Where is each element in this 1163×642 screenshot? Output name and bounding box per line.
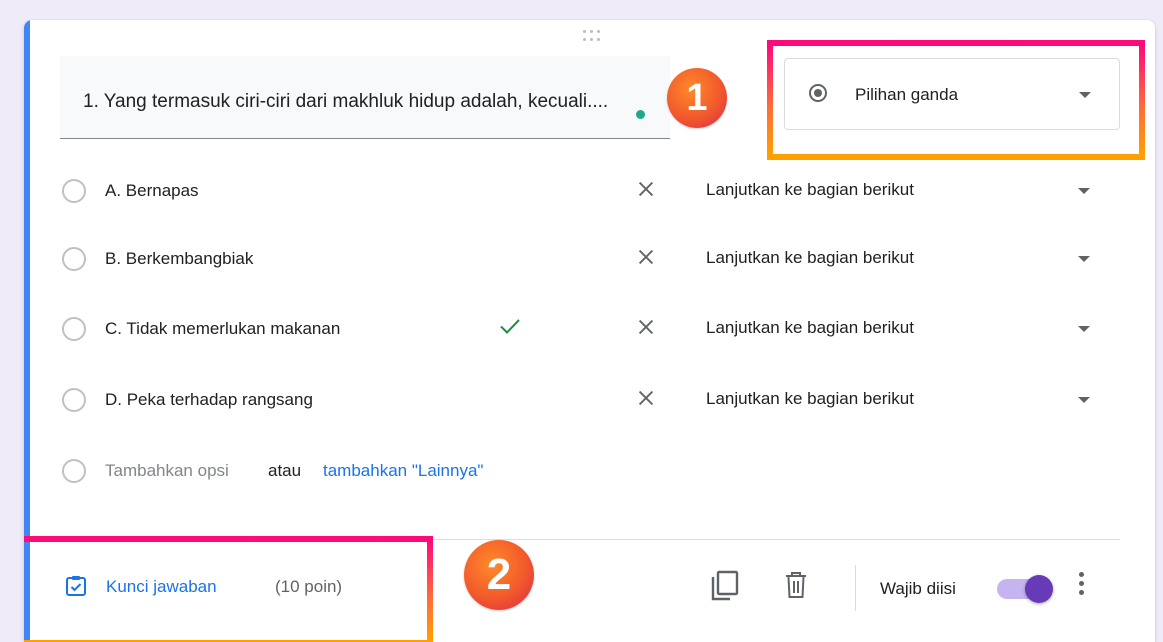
- remove-option-icon[interactable]: [635, 387, 657, 409]
- cursor-dot-icon: [636, 110, 645, 119]
- option-label[interactable]: B. Berkembangbiak: [105, 249, 253, 269]
- goto-section-dropdown[interactable]: Lanjutkan ke bagian berikut: [706, 180, 914, 200]
- highlight-box-answer-key: [24, 536, 433, 642]
- footer-vertical-divider: [855, 565, 856, 611]
- dropdown-arrow-icon[interactable]: [1078, 188, 1090, 194]
- add-other-link[interactable]: tambahkan "Lainnya": [323, 461, 483, 481]
- required-label: Wajib diisi: [880, 579, 956, 598]
- dropdown-arrow-icon[interactable]: [1078, 326, 1090, 332]
- option-radio: [62, 459, 86, 483]
- option-radio[interactable]: [62, 317, 86, 341]
- option-row: C. Tidak memerlukan makanan Lanjutkan ke…: [24, 306, 1155, 352]
- required-toggle[interactable]: [997, 575, 1053, 603]
- goto-section-dropdown[interactable]: Lanjutkan ke bagian berikut: [706, 318, 914, 338]
- dropdown-arrow-icon[interactable]: [1078, 256, 1090, 262]
- option-label[interactable]: D. Peka terhadap rangsang: [105, 390, 313, 410]
- highlight-box-question-type: [767, 40, 1145, 160]
- toggle-knob[interactable]: [1025, 575, 1053, 603]
- or-label: atau: [268, 461, 302, 480]
- option-radio[interactable]: [62, 247, 86, 271]
- drag-handle-icon[interactable]: [580, 30, 602, 42]
- step-badge-1: 1: [667, 68, 727, 128]
- option-row: A. Bernapas Lanjutkan ke bagian berikut: [24, 168, 1155, 214]
- question-title-text: 1. Yang termasuk ciri-ciri dari makhluk …: [83, 91, 609, 112]
- question-title-input[interactable]: 1. Yang termasuk ciri-ciri dari makhluk …: [60, 56, 670, 139]
- delete-icon[interactable]: [784, 571, 808, 599]
- add-option-button[interactable]: Tambahkan opsi: [105, 461, 229, 481]
- more-options-icon[interactable]: [1077, 572, 1085, 602]
- add-option-row: Tambahkan opsi atau tambahkan "Lainnya": [24, 448, 1155, 494]
- step-badge-2: 2: [464, 540, 534, 610]
- correct-answer-check-icon: [500, 319, 520, 334]
- option-radio[interactable]: [62, 388, 86, 412]
- remove-option-icon[interactable]: [635, 178, 657, 200]
- remove-option-icon[interactable]: [635, 246, 657, 268]
- option-row: D. Peka terhadap rangsang Lanjutkan ke b…: [24, 377, 1155, 423]
- duplicate-icon[interactable]: [710, 570, 740, 602]
- option-row: B. Berkembangbiak Lanjutkan ke bagian be…: [24, 236, 1155, 282]
- remove-option-icon[interactable]: [635, 316, 657, 338]
- goto-section-dropdown[interactable]: Lanjutkan ke bagian berikut: [706, 248, 914, 268]
- goto-section-dropdown[interactable]: Lanjutkan ke bagian berikut: [706, 389, 914, 409]
- option-label[interactable]: C. Tidak memerlukan makanan: [105, 319, 340, 339]
- dropdown-arrow-icon[interactable]: [1078, 397, 1090, 403]
- option-radio[interactable]: [62, 179, 86, 203]
- option-label[interactable]: A. Bernapas: [105, 181, 199, 201]
- question-card[interactable]: 1. Yang termasuk ciri-ciri dari makhluk …: [24, 20, 1155, 642]
